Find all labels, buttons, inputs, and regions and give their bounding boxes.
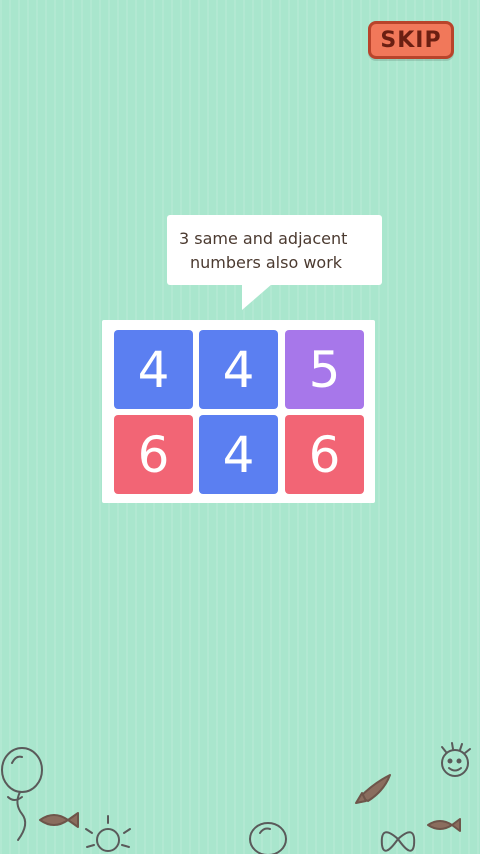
face-doodle-icon xyxy=(441,742,471,777)
tooltip-tail xyxy=(242,284,272,310)
skip-button[interactable]: SKIP xyxy=(368,21,454,59)
tooltip-bubble: 3 same and adjacent numbers also work xyxy=(167,215,382,285)
tile[interactable]: 5 xyxy=(285,330,364,409)
tooltip-line-1: 3 same and adjacent xyxy=(179,229,348,248)
fish-doodle-icon xyxy=(427,818,461,832)
doodle-decorations xyxy=(1,742,471,854)
balloon-doodle-icon xyxy=(1,747,43,841)
tile[interactable]: 4 xyxy=(199,415,278,494)
tile-board: 4 4 5 6 4 6 xyxy=(102,320,375,503)
fish-doodle-icon xyxy=(355,774,391,804)
sun-doodle-icon xyxy=(85,815,131,852)
fish-doodle-icon xyxy=(39,812,79,828)
bow-doodle-icon xyxy=(380,831,416,852)
tile[interactable]: 4 xyxy=(114,330,193,409)
tile[interactable]: 6 xyxy=(114,415,193,494)
tile[interactable]: 6 xyxy=(285,415,364,494)
balloon-doodle-icon xyxy=(249,822,287,854)
tooltip-line-2: numbers also work xyxy=(190,253,343,272)
tile[interactable]: 4 xyxy=(199,330,278,409)
